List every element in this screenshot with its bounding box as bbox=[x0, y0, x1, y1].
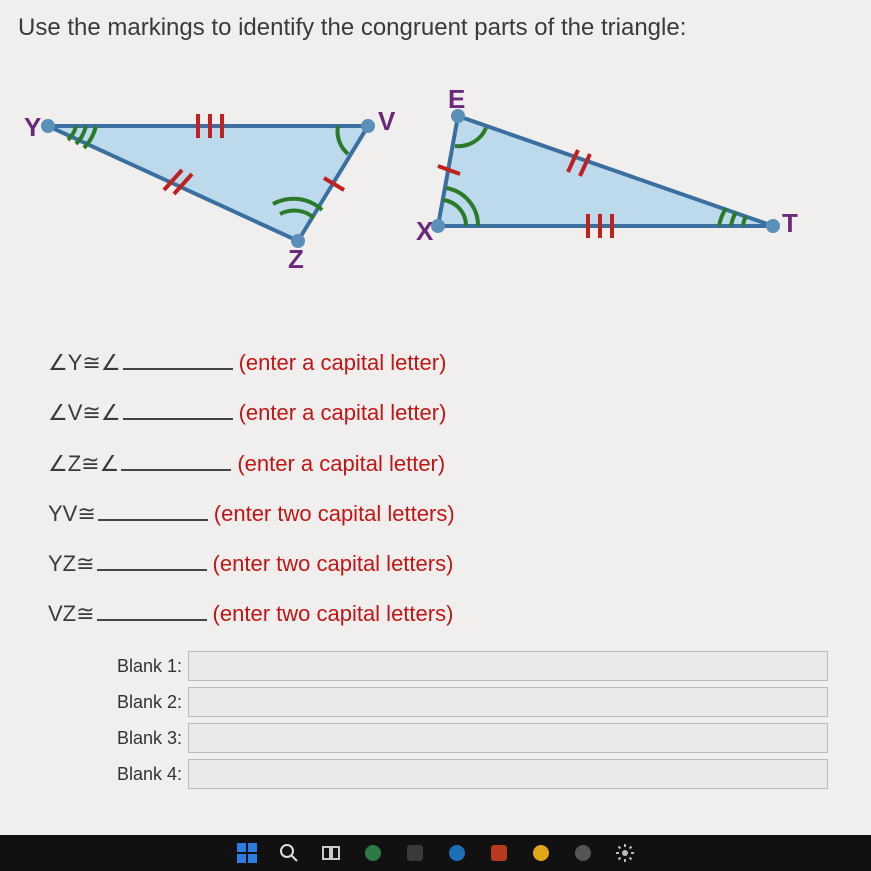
answer-label: Blank 1: bbox=[78, 656, 188, 677]
taskbar bbox=[0, 835, 871, 871]
app-icon[interactable] bbox=[572, 842, 594, 864]
app-icon[interactable] bbox=[488, 842, 510, 864]
statement-lhs: YV≅ bbox=[48, 501, 96, 527]
vertex-label-x: X bbox=[416, 216, 433, 247]
vertex-label-z: Z bbox=[288, 244, 304, 275]
blank-underline bbox=[121, 446, 231, 470]
blank-underline bbox=[123, 346, 233, 370]
vertex-label-y: Y bbox=[24, 112, 41, 143]
statement-lhs: YZ≅ bbox=[48, 551, 95, 577]
answer-row: Blank 1: bbox=[78, 651, 853, 681]
statement-row: ∠Z≅∠ (enter a capital letter) bbox=[48, 446, 853, 476]
statement-row: YZ≅ (enter two capital letters) bbox=[48, 547, 853, 577]
search-icon[interactable] bbox=[278, 842, 300, 864]
blank-1-input[interactable] bbox=[188, 651, 828, 681]
statement-hint: (enter two capital letters) bbox=[214, 501, 455, 527]
blank-underline bbox=[97, 597, 207, 621]
statement-lhs: VZ≅ bbox=[48, 601, 95, 627]
windows-icon[interactable] bbox=[236, 842, 258, 864]
statement-lhs: ∠Y≅∠ bbox=[48, 350, 121, 376]
statement-hint: (enter a capital letter) bbox=[239, 400, 447, 426]
vertex-label-e: E bbox=[448, 84, 465, 115]
triangles-figure: Y V Z E X T bbox=[18, 66, 838, 276]
statement-hint: (enter two capital letters) bbox=[213, 551, 454, 577]
answer-label: Blank 2: bbox=[78, 692, 188, 713]
answer-row: Blank 4: bbox=[78, 759, 853, 789]
blank-2-input[interactable] bbox=[188, 687, 828, 717]
task-view-icon[interactable] bbox=[320, 842, 342, 864]
statement-lhs: ∠Z≅∠ bbox=[48, 451, 119, 477]
statement-row: YV≅ (enter two capital letters) bbox=[48, 497, 853, 527]
statement-row: VZ≅ (enter two capital letters) bbox=[48, 597, 853, 627]
blank-3-input[interactable] bbox=[188, 723, 828, 753]
app-icon[interactable] bbox=[362, 842, 384, 864]
blank-underline bbox=[98, 497, 208, 521]
congruence-statements: ∠Y≅∠ (enter a capital letter) ∠V≅∠ (ente… bbox=[48, 346, 853, 627]
blank-underline bbox=[97, 547, 207, 571]
app-icon[interactable] bbox=[446, 842, 468, 864]
blank-underline bbox=[123, 396, 233, 420]
vertex-label-t: T bbox=[782, 208, 798, 239]
statement-row: ∠V≅∠ (enter a capital letter) bbox=[48, 396, 853, 426]
statement-lhs: ∠V≅∠ bbox=[48, 400, 121, 426]
settings-icon[interactable] bbox=[614, 842, 636, 864]
vertex-label-v: V bbox=[378, 106, 395, 137]
blank-4-input[interactable] bbox=[188, 759, 828, 789]
question-prompt: Use the markings to identify the congrue… bbox=[18, 14, 853, 42]
app-icon[interactable] bbox=[530, 842, 552, 864]
statement-hint: (enter a capital letter) bbox=[239, 350, 447, 376]
answer-row: Blank 2: bbox=[78, 687, 853, 717]
answer-label: Blank 4: bbox=[78, 764, 188, 785]
app-icon[interactable] bbox=[404, 842, 426, 864]
answer-row: Blank 3: bbox=[78, 723, 853, 753]
statement-row: ∠Y≅∠ (enter a capital letter) bbox=[48, 346, 853, 376]
statement-hint: (enter two capital letters) bbox=[213, 601, 454, 627]
answer-blanks: Blank 1: Blank 2: Blank 3: Blank 4: bbox=[78, 651, 853, 789]
answer-label: Blank 3: bbox=[78, 728, 188, 749]
statement-hint: (enter a capital letter) bbox=[237, 451, 445, 477]
